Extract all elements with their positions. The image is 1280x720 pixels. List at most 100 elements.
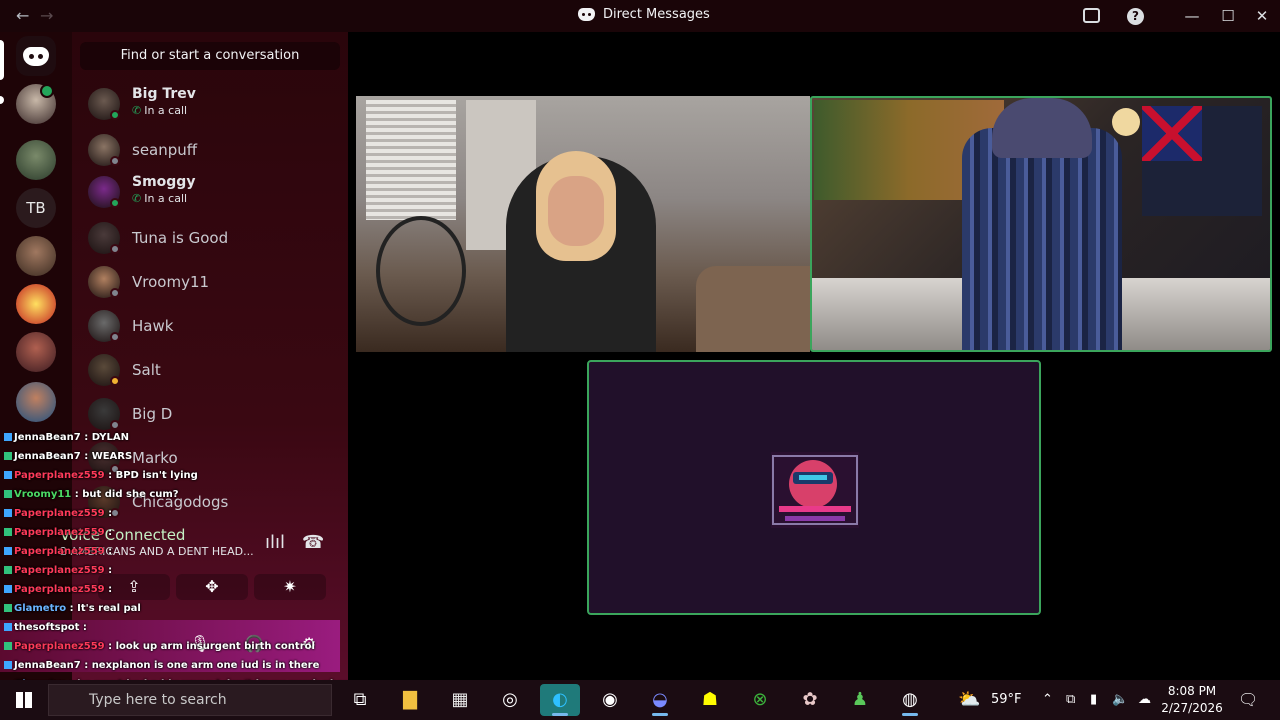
cloud-icon[interactable]: ☁ bbox=[1138, 680, 1151, 720]
chat-username: JennaBean7 bbox=[14, 451, 81, 462]
chat-separator: : bbox=[104, 641, 116, 652]
file-explorer-icon[interactable]: ▇ bbox=[390, 684, 430, 716]
chat-badge-icon bbox=[4, 642, 12, 650]
dm-activity: ✆ In a call bbox=[132, 192, 187, 205]
dm-item[interactable]: Big D bbox=[88, 394, 340, 434]
discord-icon[interactable]: ◒ bbox=[640, 684, 680, 716]
server-icon[interactable] bbox=[16, 382, 56, 422]
chat-message: JennaBean7 : nexplanon is one arm one iu… bbox=[4, 660, 319, 678]
dm-item[interactable]: Smoggy ✆ In a call bbox=[88, 172, 340, 212]
dm-name: Marko bbox=[132, 449, 178, 467]
chat-separator: : bbox=[104, 470, 116, 481]
activities-button[interactable]: ✥ bbox=[176, 574, 248, 600]
chat-message: JennaBean7 : DYLAN bbox=[4, 432, 129, 450]
taskbar-clock[interactable]: 8:08 PM 2/27/2026 bbox=[1160, 683, 1224, 717]
server-icon[interactable] bbox=[16, 284, 56, 324]
windows-start-icon[interactable] bbox=[16, 692, 32, 708]
minimize-button[interactable]: — bbox=[1181, 5, 1203, 27]
chat-message: Paperplanez559 : bbox=[4, 584, 112, 602]
server-icon[interactable] bbox=[16, 332, 56, 372]
dm-item[interactable]: Big Trev ✆ In a call bbox=[88, 84, 340, 124]
tray-app-icon[interactable]: ⧉ bbox=[1066, 680, 1075, 720]
video-tile-avatar[interactable] bbox=[587, 360, 1041, 615]
server-icon[interactable] bbox=[16, 236, 56, 276]
chat-separator: : bbox=[104, 546, 113, 557]
chat-badge-icon bbox=[4, 509, 12, 517]
dm-item[interactable]: Vroomy11 bbox=[88, 262, 340, 302]
forward-arrow-icon[interactable]: → bbox=[40, 6, 53, 25]
video-tile-webcam-2[interactable] bbox=[810, 96, 1272, 352]
weather-temperature[interactable]: 59°F bbox=[991, 680, 1022, 720]
phone-icon: ✆ bbox=[132, 192, 142, 205]
dm-activity-text: In a call bbox=[144, 104, 188, 117]
task-view-icon[interactable]: ⧉ bbox=[340, 684, 380, 716]
soundboard-button[interactable]: ✷ bbox=[254, 574, 326, 600]
chat-text: nexplanon is one arm one iud is in there bbox=[91, 660, 320, 671]
dm-name: Smoggy bbox=[132, 174, 196, 190]
chat-separator: : bbox=[66, 603, 78, 614]
steam-icon[interactable]: ◎ bbox=[490, 684, 530, 716]
inbox-icon[interactable] bbox=[1083, 8, 1100, 23]
video-tile-webcam-1[interactable] bbox=[356, 96, 810, 352]
chat-message: Paperplanez559 : bbox=[4, 565, 112, 583]
battery-icon[interactable]: ▮ bbox=[1090, 680, 1097, 720]
chat-username: Glametro bbox=[14, 603, 67, 614]
find-conversation-button[interactable]: Find or start a conversation bbox=[80, 42, 340, 70]
tray-expand-icon[interactable]: ⌃ bbox=[1042, 680, 1053, 720]
chat-text: but did she cum? bbox=[82, 489, 179, 500]
chat-text: It's real pal bbox=[77, 603, 141, 614]
chat-badge-icon bbox=[4, 452, 12, 460]
status-indicator bbox=[110, 332, 120, 342]
chat-separator: : bbox=[80, 432, 92, 443]
edge-icon[interactable]: ◐ bbox=[540, 684, 580, 716]
chat-username: Paperplanez559 bbox=[14, 527, 105, 538]
taskbar-search[interactable]: Type here to search bbox=[48, 684, 332, 716]
home-button[interactable] bbox=[16, 36, 56, 76]
snapchat-icon[interactable]: ☗ bbox=[690, 684, 730, 716]
chat-message: Paperplanez559 : bbox=[4, 527, 112, 545]
noise-suppression-icon[interactable]: ılıl bbox=[265, 532, 285, 553]
window-title-text: Direct Messages bbox=[603, 7, 710, 22]
obs-icon[interactable]: ◉ bbox=[590, 684, 630, 716]
chat-separator: : bbox=[104, 584, 113, 595]
xbox-icon[interactable]: ⊗ bbox=[740, 684, 780, 716]
obs-studio-icon[interactable]: ◍ bbox=[890, 684, 930, 716]
chat-badge-icon bbox=[4, 433, 12, 441]
volume-icon[interactable]: 🔈 bbox=[1112, 680, 1128, 720]
chat-username: Paperplanez559 bbox=[14, 470, 105, 481]
chat-badge-icon bbox=[4, 528, 12, 536]
server-icon[interactable] bbox=[16, 140, 56, 180]
disconnect-icon[interactable]: ☎ bbox=[302, 532, 324, 553]
status-indicator bbox=[110, 244, 120, 254]
unread-pill bbox=[0, 96, 4, 104]
help-icon[interactable]: ? bbox=[1127, 8, 1144, 25]
app-icon[interactable]: ✿ bbox=[790, 684, 830, 716]
chat-message: thesoftspot : bbox=[4, 622, 87, 640]
dm-item[interactable]: Salt bbox=[88, 350, 340, 390]
microsoft-store-icon[interactable]: ▦ bbox=[440, 684, 480, 716]
dm-item[interactable]: Hawk bbox=[88, 306, 340, 346]
back-arrow-icon[interactable]: ← bbox=[16, 6, 29, 25]
chat-badge-icon bbox=[4, 490, 12, 498]
couch bbox=[696, 266, 810, 352]
weather-icon[interactable]: ⛅ bbox=[958, 680, 980, 720]
status-indicator bbox=[110, 110, 120, 120]
chat-badge-icon bbox=[4, 566, 12, 574]
chat-separator: : bbox=[104, 565, 113, 576]
notifications-icon[interactable]: 🗨 bbox=[1238, 680, 1258, 720]
chat-username: Vroomy11 bbox=[14, 489, 72, 500]
maximize-button[interactable]: ☐ bbox=[1217, 5, 1239, 27]
close-button[interactable]: ✕ bbox=[1251, 5, 1273, 27]
bicycle bbox=[376, 216, 466, 326]
dm-name: Tuna is Good bbox=[132, 229, 229, 247]
dm-item[interactable]: seanpuff bbox=[88, 130, 340, 170]
dm-item[interactable]: Tuna is Good bbox=[88, 218, 340, 258]
dm-name: Big Trev bbox=[132, 86, 196, 102]
app-icon[interactable]: ♟ bbox=[840, 684, 880, 716]
chat-badge-icon bbox=[4, 585, 12, 593]
chat-separator: : bbox=[104, 527, 113, 538]
status-indicator bbox=[110, 198, 120, 208]
chat-text: look up arm insurgent birth control bbox=[115, 641, 315, 652]
window-title: Direct Messages bbox=[578, 7, 710, 22]
server-icon-initials[interactable]: TB bbox=[16, 188, 56, 228]
